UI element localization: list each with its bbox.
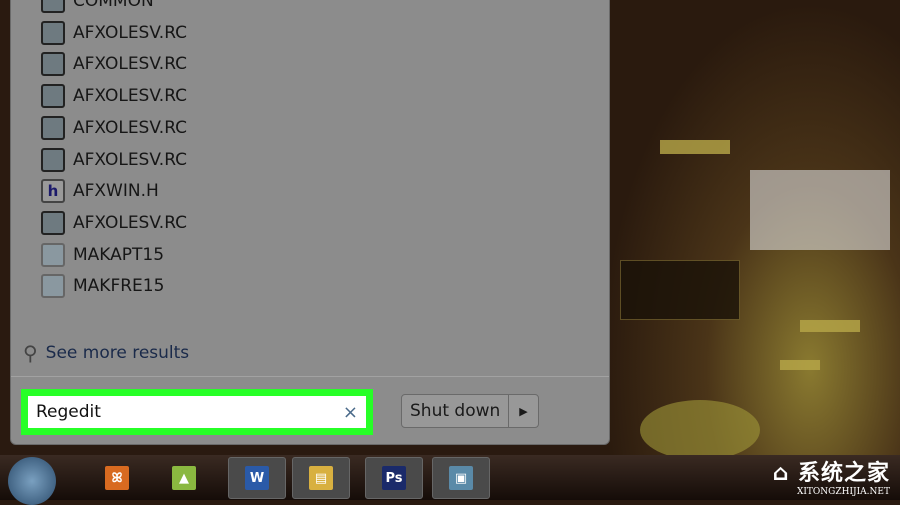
resource-file-icon [41,147,65,172]
resource-file-icon [41,115,65,140]
resource-file-icon [41,210,65,235]
taskbar-picture-viewer-button[interactable]: ▣ [432,457,490,499]
search-result-item[interactable]: AFXOLESV.RC [41,209,187,237]
clear-search-icon[interactable]: × [343,402,358,423]
result-label: AFXOLESV.RC [73,117,188,138]
watermark-logo: ⌂ 系统之家 XITONGZHIJIA.NET [772,461,890,497]
see-more-results-link[interactable]: ⚲ See more results [23,341,189,365]
taskbar-photoshop-button[interactable]: Ps [365,457,423,499]
search-result-item[interactable]: AFXOLESV.RC [41,19,187,47]
search-result-item[interactable]: h AFXWIN.H [41,177,159,205]
search-result-item[interactable]: COMMON [41,0,154,15]
taskbar-android-button[interactable]: ▲ [155,457,213,499]
result-label: AFXOLESV.RC [73,86,188,107]
shutdown-options-arrow-icon[interactable]: ▶ [508,395,537,427]
start-menu: COMMON AFXOLESV.RC AFXOLESV.RC AFXOLESV.RC A… [10,0,610,445]
search-result-item[interactable]: MAKAPT15 [41,241,164,269]
resource-file-icon [41,52,65,77]
taskbar: ꕤ ▲ W ▤ Ps ▣ [0,455,900,505]
search-result-item[interactable]: AFXOLESV.RC [41,114,187,142]
shutdown-button[interactable]: Shut down [402,395,508,427]
word-icon: W [245,466,269,490]
shutdown-button-group: Shut down ▶ [401,394,539,428]
android-icon: ▲ [172,466,196,490]
photoshop-icon: Ps [382,466,406,490]
xampp-icon: ꕤ [105,466,129,490]
resource-file-icon [41,20,65,45]
search-highlight-box: Regedit × [21,389,373,435]
settings-file-icon [41,274,65,299]
search-result-item[interactable]: AFXOLESV.RC [41,82,187,110]
result-label: AFXOLESV.RC [73,149,188,170]
result-label: MAKFRE15 [73,276,165,297]
start-button[interactable] [8,457,56,505]
search-result-item[interactable]: MAKFRE15 [41,272,164,300]
divider [11,376,609,377]
taskbar-explorer-button[interactable]: ▤ [292,457,350,499]
result-label: COMMON [73,0,154,11]
search-input[interactable]: Regedit × [28,396,366,428]
result-label: AFXOLESV.RC [73,54,188,75]
resource-file-icon [41,84,65,109]
taskbar-xampp-button[interactable]: ꕤ [88,457,146,499]
result-label: AFXOLESV.RC [73,212,188,233]
explorer-icon: ▤ [309,466,333,490]
result-label: AFXWIN.H [73,181,159,202]
folder-icon [41,0,65,13]
search-result-item[interactable]: AFXOLESV.RC [41,50,187,78]
picture-viewer-icon: ▣ [449,466,473,490]
header-file-icon: h [41,179,65,204]
desktop-wallpaper [600,0,900,460]
search-icon: ⚲ [23,341,38,365]
result-label: MAKAPT15 [73,244,165,265]
settings-file-icon [41,242,65,267]
search-result-item[interactable]: AFXOLESV.RC [41,146,187,174]
result-label: AFXOLESV.RC [73,22,188,43]
taskbar-word-button[interactable]: W [228,457,286,499]
